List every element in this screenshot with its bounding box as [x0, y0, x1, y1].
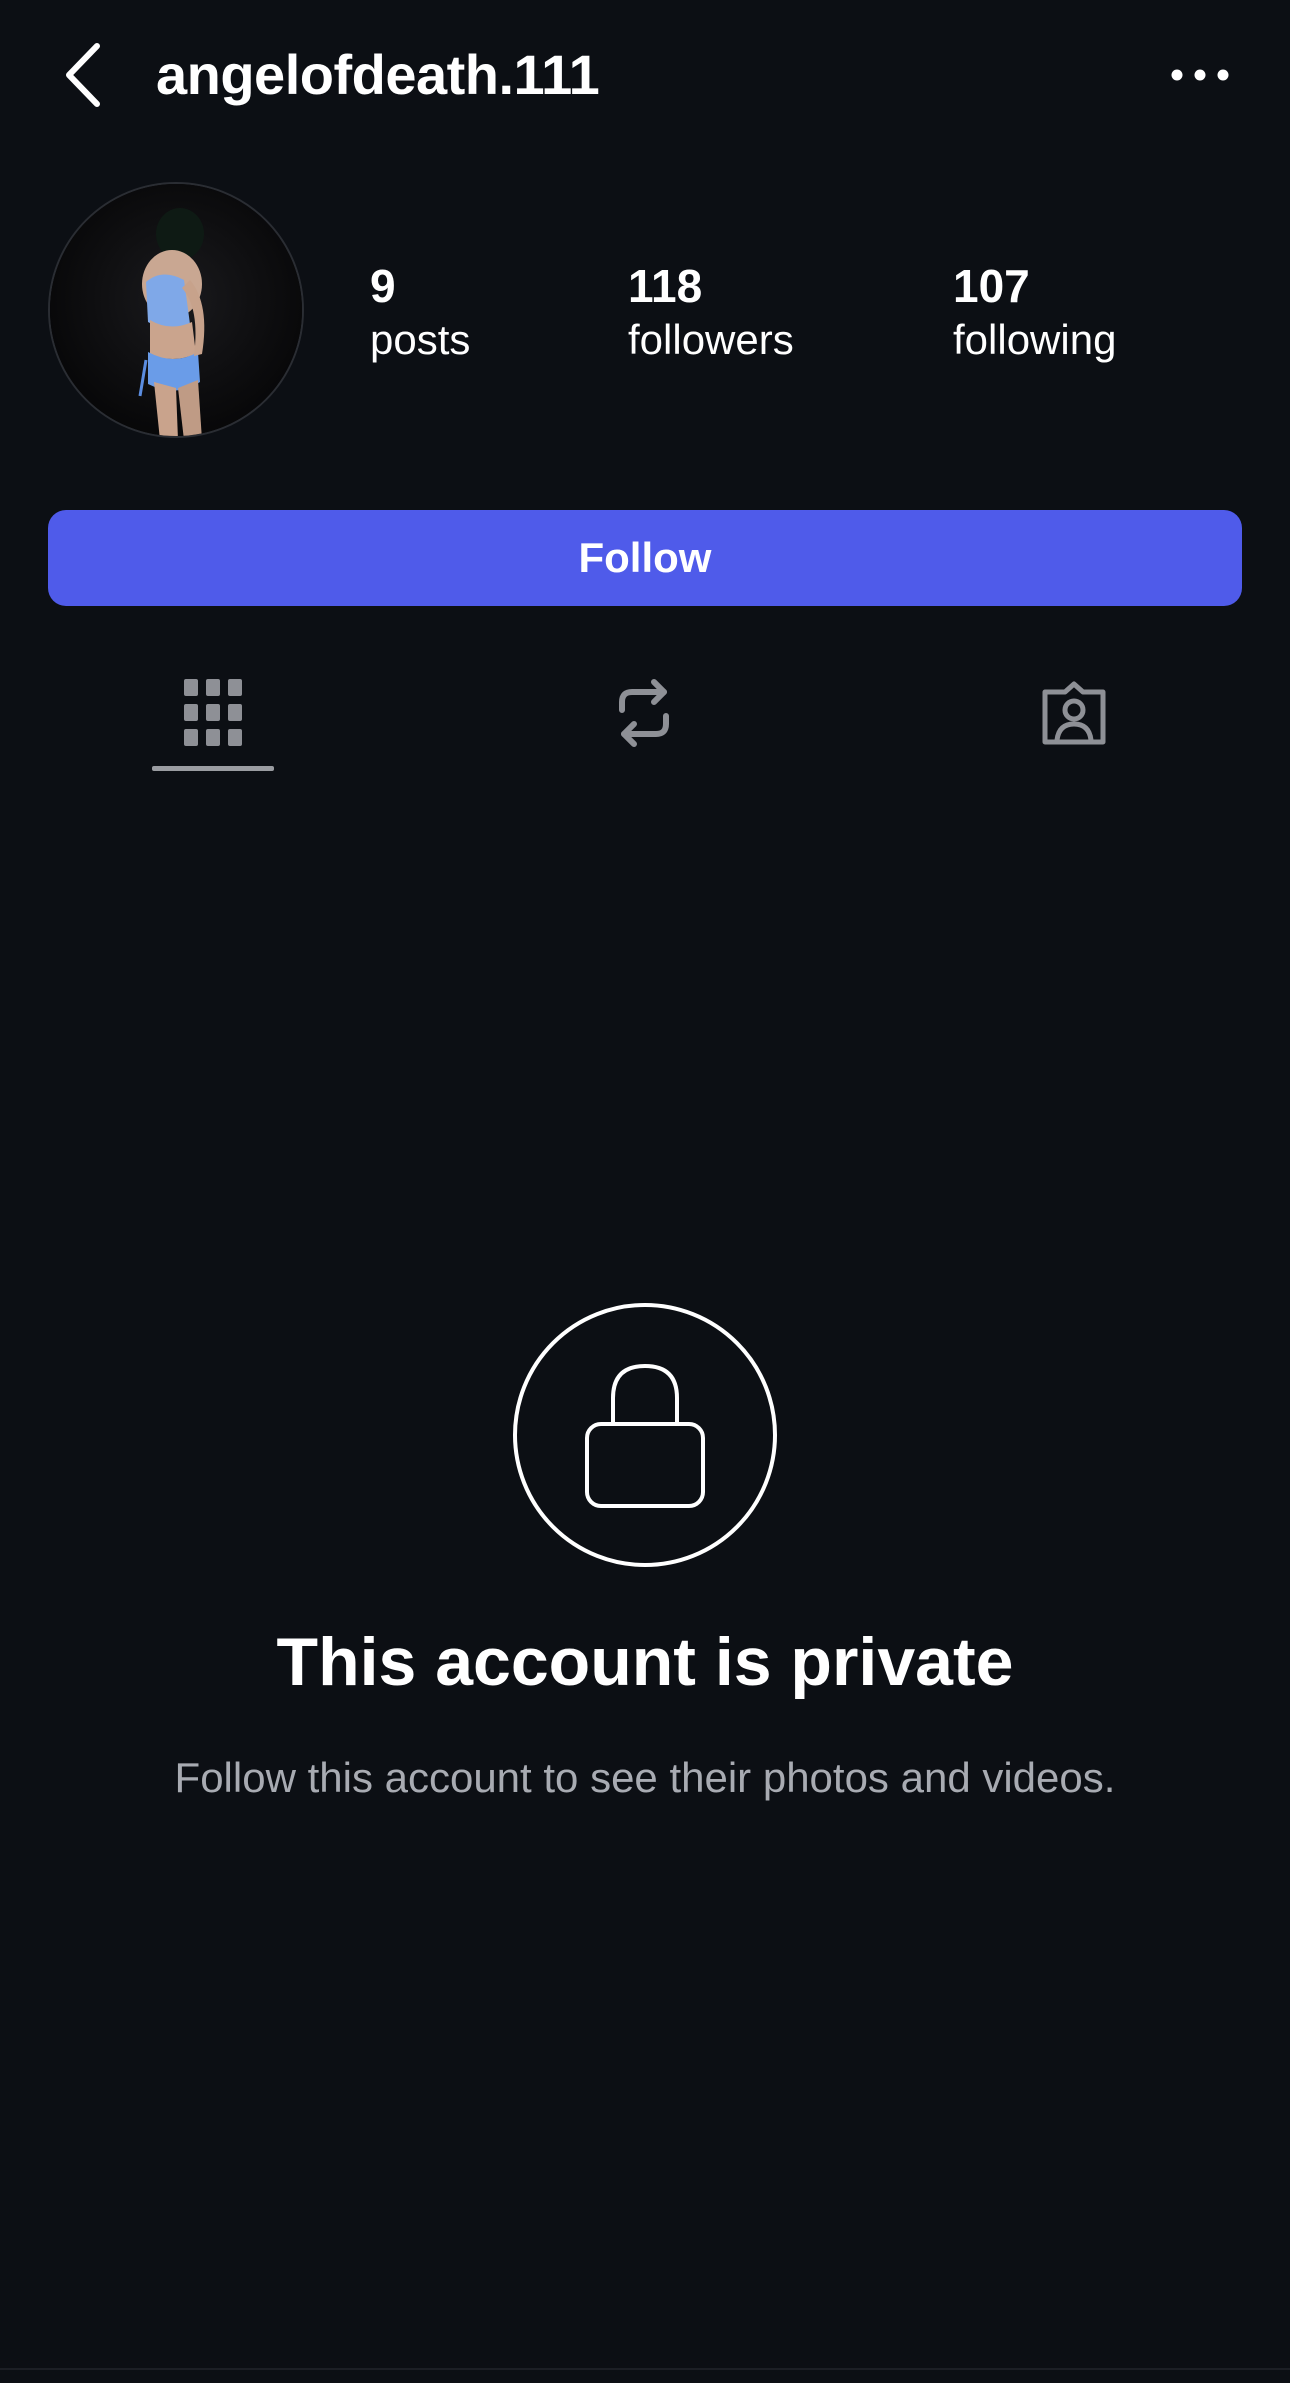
lock-badge [513, 1303, 777, 1567]
chevron-left-icon [66, 43, 100, 107]
repost-icon [619, 679, 669, 747]
profile-header: angelofdeath.111 [0, 0, 1290, 150]
grid-icon [184, 679, 242, 746]
stat-following[interactable]: 107 following [953, 258, 1116, 366]
tab-posts-grid[interactable] [152, 650, 274, 776]
followers-count: 118 [628, 260, 703, 312]
back-button[interactable] [48, 30, 118, 120]
profile-username: angelofdeath.111 [156, 43, 600, 106]
following-label: following [953, 316, 1117, 363]
tagged-person-icon [1042, 681, 1106, 745]
posts-label: posts [370, 316, 471, 363]
more-horizontal-icon [1171, 69, 1229, 81]
tab-reposts[interactable] [583, 650, 705, 776]
follow-button[interactable]: Follow [48, 510, 1242, 606]
avatar[interactable] [48, 182, 304, 438]
profile-tabs [0, 650, 1290, 776]
stat-followers[interactable]: 118 followers [628, 258, 794, 366]
active-tab-indicator [152, 766, 274, 771]
lock-icon [585, 1363, 705, 1508]
followers-label: followers [628, 316, 794, 363]
profile-photo [50, 184, 302, 436]
posts-count: 9 [370, 260, 396, 312]
tab-tagged[interactable] [1013, 650, 1135, 776]
private-account-title: This account is private [276, 1624, 1014, 1700]
private-account-subtitle: Follow this account to see their photos … [174, 1754, 1116, 1801]
following-count: 107 [953, 260, 1030, 312]
more-options-button[interactable] [1160, 40, 1240, 110]
stat-posts: 9 posts [370, 258, 470, 366]
bottom-divider [0, 2368, 1290, 2370]
